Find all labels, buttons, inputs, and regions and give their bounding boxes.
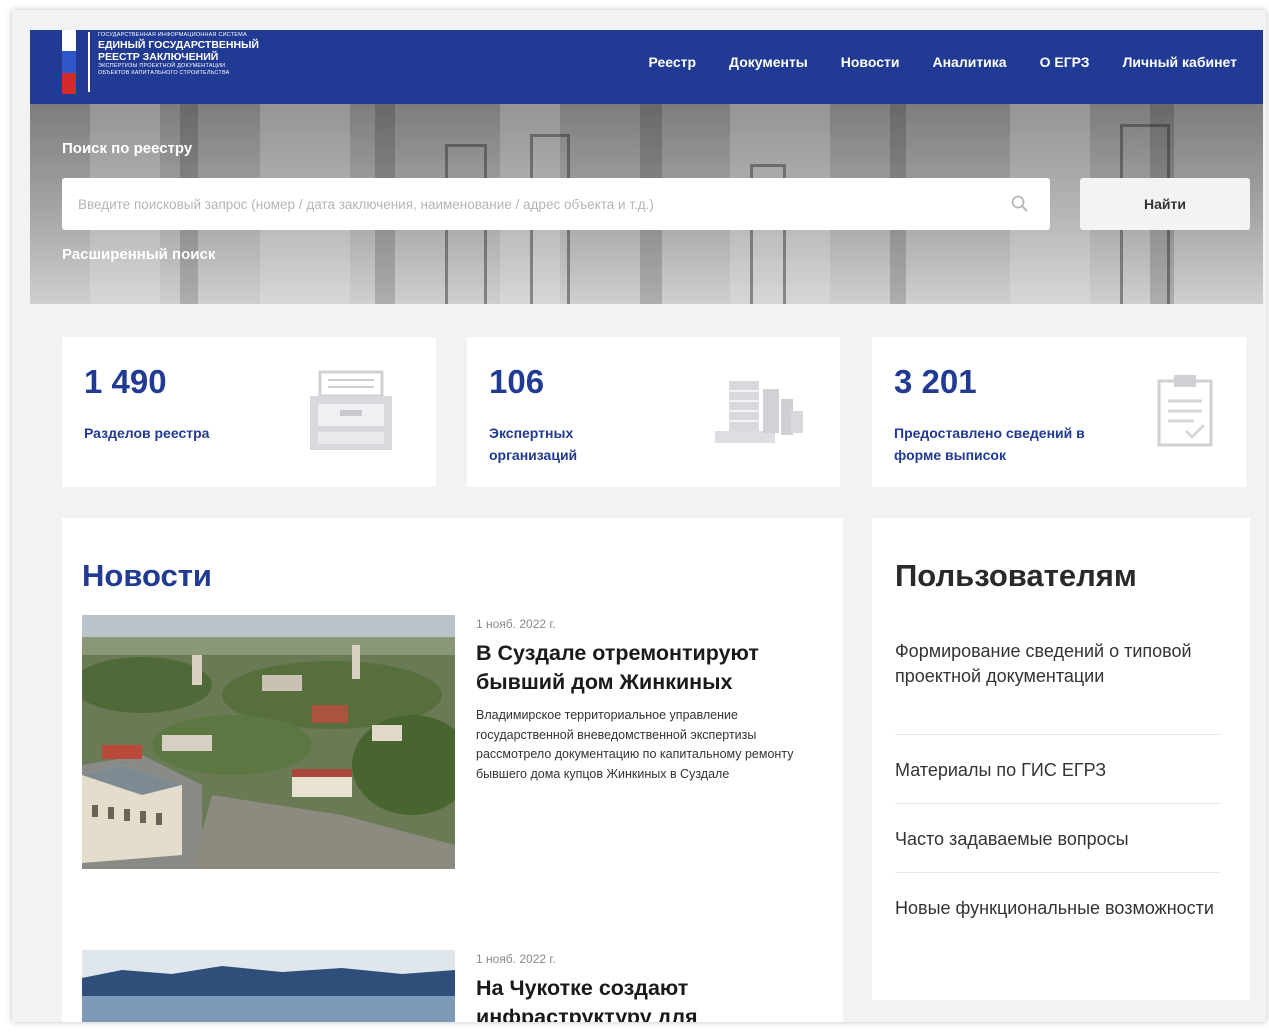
russian-flag-logo — [62, 30, 76, 94]
filing-cabinet-icon — [310, 370, 392, 450]
logo-line-1: Государственная информационная система — [98, 32, 247, 38]
clipboard-icon — [1157, 375, 1213, 447]
logo-line-3: реестр заключений — [98, 51, 219, 63]
stat-card-sections[interactable]: 1 490 Разделов реестра — [62, 337, 436, 487]
logo-line-2: Единый государственный — [98, 39, 259, 51]
news-headline[interactable]: На Чукотке создают инфраструктуру для — [476, 974, 826, 1022]
search-input[interactable] — [62, 178, 1050, 230]
top-bar: Государственная информационная система Е… — [30, 30, 1263, 104]
news-section: Новости 1 нояб. 2022 г. В Суздале отремо… — [62, 518, 843, 1022]
users-section: Пользователям Формирование сведений о ти… — [872, 518, 1250, 1000]
search-icon[interactable] — [1010, 194, 1030, 214]
logo-line-4: экспертизы проектной документации — [98, 63, 226, 69]
main-nav: Реестр Документы Новости Аналитика О ЕГР… — [648, 54, 1237, 70]
nav-item-analytics[interactable]: Аналитика — [932, 54, 1006, 70]
nav-item-about[interactable]: О ЕГРЗ — [1040, 54, 1090, 70]
nav-item-account[interactable]: Личный кабинет — [1123, 54, 1237, 70]
users-link-faq[interactable]: Часто задаваемые вопросы — [895, 827, 1220, 852]
page-frame: Государственная информационная система Е… — [12, 10, 1266, 1022]
buildings-icon — [715, 381, 803, 443]
stat-value: 1 490 — [84, 363, 167, 400]
nav-item-documents[interactable]: Документы — [729, 54, 808, 70]
users-link-new-features[interactable]: Новые функциональные возможности — [895, 896, 1220, 921]
stat-label: Предоставлено сведений в форме выписок — [894, 425, 1085, 463]
site-logo[interactable]: Государственная информационная система Е… — [98, 32, 308, 77]
nav-item-news[interactable]: Новости — [841, 54, 900, 70]
news-date: 1 нояб. 2022 г. — [476, 617, 556, 631]
news-headline[interactable]: В Суздале отремонтируют бывший дом Жинки… — [476, 639, 826, 697]
find-button[interactable]: Найти — [1080, 178, 1250, 230]
news-description: Владимирское территориальное управление … — [476, 708, 794, 781]
search-hero: Поиск по реестру Найти Расширенный поиск — [30, 104, 1263, 304]
stat-card-extracts[interactable]: 3 201 Предоставлено сведений в форме вып… — [872, 337, 1246, 487]
stat-card-organizations[interactable]: 106 Экспертных организаций — [467, 337, 840, 487]
stat-value: 106 — [489, 363, 545, 400]
users-link-materials[interactable]: Материалы по ГИС ЕГРЗ — [895, 758, 1220, 783]
stat-label: Разделов реестра — [84, 425, 210, 441]
stat-label: Экспертных организаций — [489, 425, 578, 463]
logo-separator — [88, 32, 90, 92]
advanced-search-link[interactable]: Расширенный поиск — [62, 246, 215, 263]
news-date: 1 нояб. 2022 г. — [476, 952, 556, 966]
stat-value: 3 201 — [894, 363, 977, 400]
nav-item-registry[interactable]: Реестр — [648, 54, 696, 70]
news-image-chukotka[interactable] — [82, 950, 455, 1022]
users-link-typical-docs[interactable]: Формирование сведений о типовой проектно… — [895, 639, 1220, 689]
news-title[interactable]: Новости — [82, 558, 212, 594]
divider — [895, 734, 1220, 735]
divider — [895, 872, 1220, 873]
divider — [895, 803, 1220, 804]
news-image-suzdal[interactable] — [82, 615, 455, 869]
logo-line-5: объектов капитального строительства — [98, 70, 230, 76]
search-label: Поиск по реестру — [62, 140, 193, 157]
users-title: Пользователям — [895, 558, 1137, 593]
